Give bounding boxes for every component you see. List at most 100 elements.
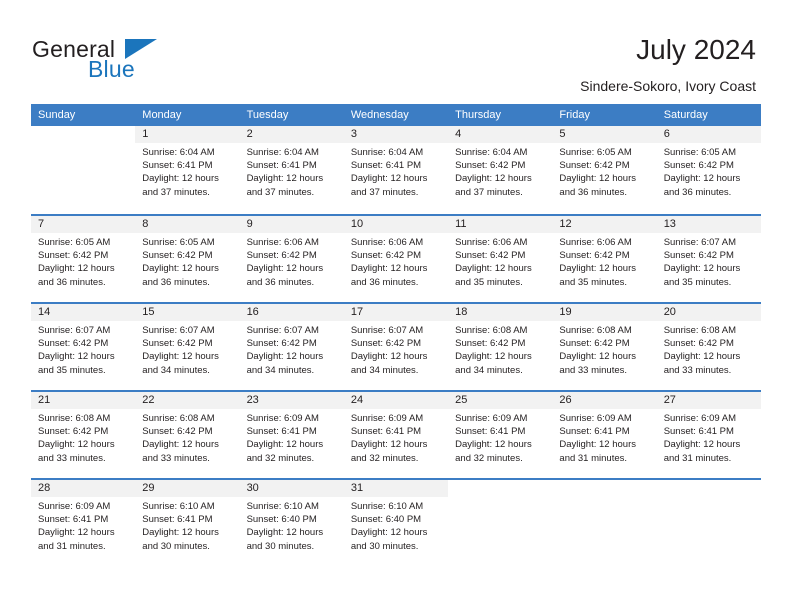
day-details: Sunrise: 6:04 AM Sunset: 6:41 PM Daylight:… bbox=[344, 143, 448, 199]
calendar-day-cell[interactable]: 27 Sunrise: 6:09 AM Sunset: 6:41 PM Dayligh… bbox=[656, 392, 761, 478]
day-number: 3 bbox=[343, 126, 449, 143]
daylight-text-line1: Daylight: 12 hours bbox=[142, 173, 219, 185]
calendar-day-cell[interactable]: 13 Sunrise: 6:07 AM Sunset: 6:42 PM Dayligh… bbox=[656, 216, 761, 302]
calendar-day-cell[interactable]: 29 Sunrise: 6:10 AM Sunset: 6:41 PM Dayligh… bbox=[135, 480, 240, 566]
sunset-text: Sunset: 6:42 PM bbox=[246, 338, 317, 350]
calendar-day-cell[interactable]: 19 Sunrise: 6:08 AM Sunset: 6:42 PM Dayligh… bbox=[552, 304, 657, 390]
calendar-day-cell[interactable]: 28 Sunrise: 6:09 AM Sunset: 6:41 PM Dayligh… bbox=[31, 480, 136, 566]
daylight-text-line2: and 33 minutes. bbox=[663, 364, 732, 376]
daylight-text-line2: and 35 minutes. bbox=[38, 364, 106, 376]
calendar-day-cell[interactable]: 22 Sunrise: 6:08 AM Sunset: 6:42 PM Dayligh… bbox=[135, 392, 240, 478]
day-details: Sunrise: 6:09 AM Sunset: 6:41 PM Daylight:… bbox=[552, 409, 656, 465]
sunrise-text: Sunrise: 6:09 AM bbox=[38, 501, 111, 512]
day-details: Sunrise: 6:06 AM Sunset: 6:42 PM Daylight:… bbox=[448, 233, 552, 289]
daylight-text-line1: Daylight: 12 hours bbox=[663, 351, 741, 363]
calendar-day-cell[interactable]: 4 Sunrise: 6:04 AM Sunset: 6:42 PM Daylight… bbox=[448, 126, 553, 214]
day-number: 19 bbox=[552, 304, 657, 321]
sunrise-text: Sunrise: 6:08 AM bbox=[559, 325, 632, 336]
calendar-day-cell[interactable]: 21 Sunrise: 6:08 AM Sunset: 6:42 PM Dayligh… bbox=[31, 392, 136, 478]
day-details: Sunrise: 6:09 AM Sunset: 6:41 PM Daylight:… bbox=[657, 409, 761, 465]
daylight-text-line2: and 34 minutes. bbox=[142, 364, 210, 376]
calendar-day-cell[interactable]: 2 Sunrise: 6:04 AM Sunset: 6:41 PM Daylight… bbox=[239, 126, 344, 214]
calendar-day-cell[interactable]: 31 Sunrise: 6:10 AM Sunset: 6:40 PM Dayligh… bbox=[343, 480, 449, 566]
calendar-day-cell[interactable]: 24 Sunrise: 6:09 AM Sunset: 6:41 PM Dayligh… bbox=[343, 392, 449, 478]
calendar-day-cell[interactable]: 11 Sunrise: 6:06 AM Sunset: 6:42 PM Dayligh… bbox=[448, 216, 553, 302]
calendar-day-cell[interactable]: 6 Sunrise: 6:05 AM Sunset: 6:42 PM Daylight… bbox=[656, 126, 761, 214]
brand-logo[interactable]: General Blue bbox=[32, 36, 172, 86]
sunrise-text: Sunrise: 6:05 AM bbox=[38, 237, 111, 248]
day-number: 8 bbox=[135, 216, 240, 233]
daylight-text-line1: Daylight: 12 hours bbox=[350, 173, 428, 185]
day-details: Sunrise: 6:09 AM Sunset: 6:41 PM Daylight:… bbox=[240, 409, 344, 465]
daylight-text-line1: Daylight: 12 hours bbox=[246, 439, 324, 451]
daylight-text-line2: and 34 minutes. bbox=[246, 364, 315, 376]
day-number: 22 bbox=[135, 392, 240, 409]
daylight-text-line2: and 34 minutes. bbox=[455, 364, 523, 376]
daylight-text-line2: and 35 minutes. bbox=[455, 276, 523, 288]
day-details: Sunrise: 6:07 AM Sunset: 6:42 PM Daylight:… bbox=[344, 321, 448, 377]
sunrise-text: Sunrise: 6:07 AM bbox=[663, 237, 737, 248]
calendar-day-cell[interactable]: 7 Sunrise: 6:05 AM Sunset: 6:42 PM Daylight… bbox=[31, 216, 136, 302]
calendar-page: General Blue July 2024 Sindere-Sokoro, I… bbox=[0, 0, 792, 612]
calendar-day-cell[interactable]: 3 Sunrise: 6:04 AM Sunset: 6:41 PM Daylight… bbox=[343, 126, 449, 214]
daylight-text-line2: and 36 minutes. bbox=[663, 186, 732, 198]
weekday-header-saturday: Saturday bbox=[663, 109, 708, 121]
calendar-week-row: 21 Sunrise: 6:08 AM Sunset: 6:42 PM Dayligh… bbox=[31, 390, 761, 478]
day-details bbox=[657, 497, 761, 500]
sunset-text: Sunset: 6:40 PM bbox=[246, 514, 317, 526]
day-number: 26 bbox=[552, 392, 657, 409]
day-details: Sunrise: 6:10 AM Sunset: 6:40 PM Daylight:… bbox=[344, 497, 448, 553]
day-number: 14 bbox=[31, 304, 136, 321]
calendar-day-cell[interactable]: 30 Sunrise: 6:10 AM Sunset: 6:40 PM Dayligh… bbox=[239, 480, 344, 566]
weekday-header-thursday: Thursday bbox=[455, 109, 501, 121]
sunset-text: Sunset: 6:42 PM bbox=[142, 426, 213, 438]
daylight-text-line1: Daylight: 12 hours bbox=[455, 351, 532, 363]
day-number bbox=[657, 480, 761, 497]
day-number: 2 bbox=[239, 126, 344, 143]
sunrise-text: Sunrise: 6:08 AM bbox=[142, 413, 215, 424]
calendar-day-cell[interactable]: 16 Sunrise: 6:07 AM Sunset: 6:42 PM Dayligh… bbox=[239, 304, 344, 390]
calendar-day-cell[interactable]: 12 Sunrise: 6:06 AM Sunset: 6:42 PM Dayligh… bbox=[552, 216, 657, 302]
calendar-day-cell[interactable]: 14 Sunrise: 6:07 AM Sunset: 6:42 PM Dayligh… bbox=[31, 304, 136, 390]
day-details: Sunrise: 6:08 AM Sunset: 6:42 PM Daylight:… bbox=[135, 409, 239, 465]
day-number: 29 bbox=[135, 480, 240, 497]
calendar-day-cell[interactable]: 1 Sunrise: 6:04 AM Sunset: 6:41 PM Daylight… bbox=[135, 126, 240, 214]
day-number: 9 bbox=[239, 216, 344, 233]
daylight-text-line2: and 34 minutes. bbox=[350, 364, 419, 376]
calendar-day-cell[interactable]: 8 Sunrise: 6:05 AM Sunset: 6:42 PM Daylight… bbox=[135, 216, 240, 302]
daylight-text-line2: and 36 minutes. bbox=[246, 276, 315, 288]
daylight-text-line1: Daylight: 12 hours bbox=[663, 263, 741, 275]
day-number bbox=[552, 480, 656, 497]
day-number: 25 bbox=[448, 392, 553, 409]
daylight-text-line1: Daylight: 12 hours bbox=[559, 263, 636, 275]
calendar-day-cell[interactable]: 25 Sunrise: 6:09 AM Sunset: 6:41 PM Dayligh… bbox=[448, 392, 553, 478]
daylight-text-line2: and 37 minutes. bbox=[142, 186, 210, 198]
sunset-text: Sunset: 6:42 PM bbox=[559, 250, 630, 262]
day-details: Sunrise: 6:09 AM Sunset: 6:41 PM Daylight:… bbox=[344, 409, 448, 465]
calendar-day-cell[interactable]: 17 Sunrise: 6:07 AM Sunset: 6:42 PM Dayligh… bbox=[343, 304, 449, 390]
daylight-text-line1: Daylight: 12 hours bbox=[142, 439, 219, 451]
calendar-day-cell[interactable]: 18 Sunrise: 6:08 AM Sunset: 6:42 PM Dayligh… bbox=[448, 304, 553, 390]
brand-name-blue: Blue bbox=[88, 56, 135, 82]
day-number bbox=[31, 126, 135, 143]
day-number: 4 bbox=[448, 126, 553, 143]
calendar-day-cell[interactable]: 20 Sunrise: 6:08 AM Sunset: 6:42 PM Dayligh… bbox=[656, 304, 761, 390]
calendar-day-cell[interactable]: 23 Sunrise: 6:09 AM Sunset: 6:41 PM Dayligh… bbox=[239, 392, 344, 478]
calendar-day-cell[interactable]: 10 Sunrise: 6:06 AM Sunset: 6:42 PM Dayligh… bbox=[343, 216, 449, 302]
calendar-cell-empty bbox=[657, 480, 761, 566]
daylight-text-line2: and 31 minutes. bbox=[663, 452, 732, 464]
calendar-day-cell[interactable]: 26 Sunrise: 6:09 AM Sunset: 6:41 PM Dayligh… bbox=[552, 392, 657, 478]
day-number: 31 bbox=[343, 480, 449, 497]
calendar-day-cell[interactable]: 15 Sunrise: 6:07 AM Sunset: 6:42 PM Dayligh… bbox=[135, 304, 240, 390]
daylight-text-line2: and 30 minutes. bbox=[246, 540, 315, 552]
day-details: Sunrise: 6:04 AM Sunset: 6:41 PM Daylight:… bbox=[240, 143, 344, 199]
calendar-day-cell[interactable]: 5 Sunrise: 6:05 AM Sunset: 6:42 PM Daylight… bbox=[552, 126, 657, 214]
day-details: Sunrise: 6:08 AM Sunset: 6:42 PM Daylight:… bbox=[31, 409, 135, 465]
day-details: Sunrise: 6:04 AM Sunset: 6:42 PM Daylight:… bbox=[448, 143, 552, 199]
day-details: Sunrise: 6:09 AM Sunset: 6:41 PM Daylight:… bbox=[448, 409, 552, 465]
sunset-text: Sunset: 6:42 PM bbox=[246, 250, 317, 262]
day-details: Sunrise: 6:10 AM Sunset: 6:41 PM Daylight:… bbox=[135, 497, 239, 553]
daylight-text-line2: and 36 minutes. bbox=[38, 276, 106, 288]
calendar-day-cell[interactable]: 9 Sunrise: 6:06 AM Sunset: 6:42 PM Daylight… bbox=[239, 216, 344, 302]
daylight-text-line1: Daylight: 12 hours bbox=[559, 173, 636, 185]
